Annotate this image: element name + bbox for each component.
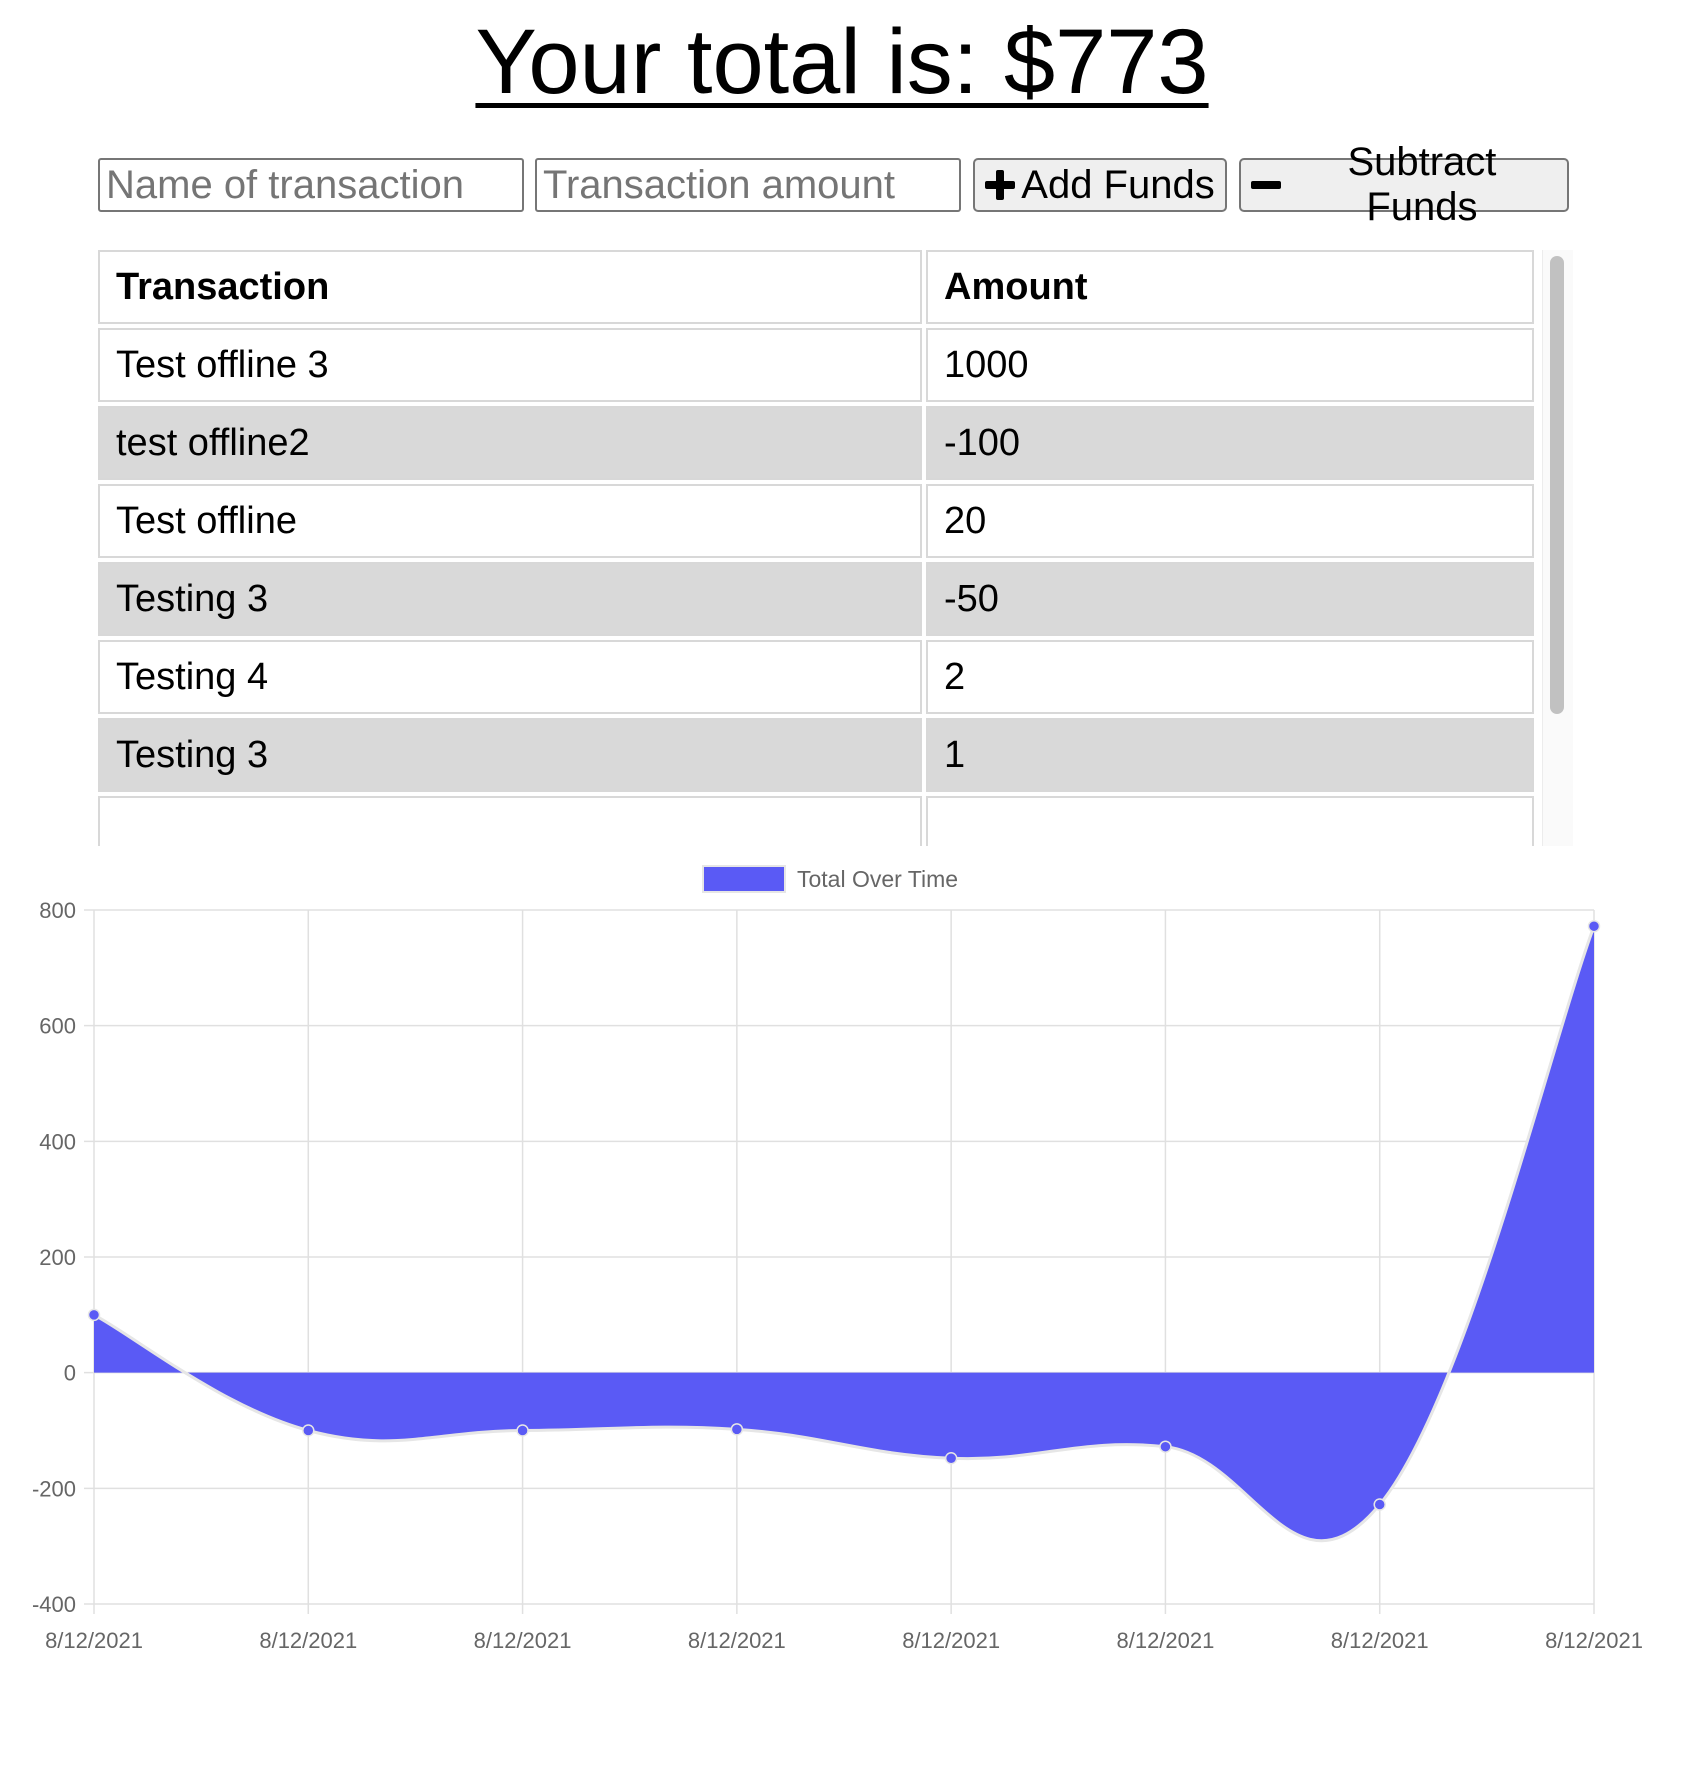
transaction-amount-cell: -50 bbox=[926, 562, 1534, 636]
data-point bbox=[516, 1424, 529, 1437]
data-point bbox=[87, 1308, 101, 1322]
legend-label: Total Over Time bbox=[797, 866, 958, 892]
data-point bbox=[1159, 1440, 1172, 1453]
data-point bbox=[730, 1423, 744, 1436]
chart-legend[interactable]: Total Over Time bbox=[702, 865, 958, 893]
data-point bbox=[1373, 1498, 1386, 1511]
minus-icon bbox=[1251, 170, 1281, 200]
transaction-name-cell: Testing 4 bbox=[98, 640, 922, 714]
subtract-funds-label: Subtract Funds bbox=[1347, 140, 1497, 229]
legend-swatch bbox=[702, 865, 786, 893]
transaction-name-cell: Test offline bbox=[98, 484, 922, 558]
y-tick-label: 0 bbox=[64, 1361, 76, 1386]
table-row: Testing 4 2 bbox=[98, 640, 1534, 714]
total-heading: Your total is: $773 bbox=[475, 11, 1209, 113]
x-tick-label: 8/12/2021 bbox=[259, 1628, 357, 1653]
transaction-amount-cell: 1000 bbox=[926, 328, 1534, 402]
subtract-funds-button[interactable]: Subtract Funds bbox=[1239, 140, 1569, 229]
transaction-table-container[interactable]: Transaction Amount Test offline 3 1000 t… bbox=[98, 250, 1570, 846]
data-point bbox=[302, 1424, 315, 1437]
plus-icon bbox=[985, 170, 1016, 200]
transaction-name-cell: test offline2 bbox=[98, 406, 922, 480]
column-header-transaction: Transaction bbox=[98, 250, 922, 324]
x-tick-label: 8/12/2021 bbox=[902, 1628, 1000, 1653]
table-scrollbar-thumb[interactable] bbox=[1550, 256, 1564, 714]
y-axis-ticks: 800 600 400 200 0 -200 -400 bbox=[32, 898, 76, 1617]
add-funds-label: Add Funds bbox=[1021, 162, 1215, 207]
table-row bbox=[98, 796, 1534, 846]
transaction-amount-cell: 1 bbox=[926, 718, 1534, 792]
x-tick-label: 8/12/2021 bbox=[1116, 1628, 1214, 1653]
y-tick-label: 200 bbox=[39, 1245, 76, 1270]
transaction-table: Transaction Amount Test offline 3 1000 t… bbox=[98, 250, 1538, 846]
budget-page: Your total is: $773 Add Funds Subtract F… bbox=[0, 0, 1684, 1776]
y-tick-label: 600 bbox=[39, 1014, 76, 1039]
y-tick-label: -200 bbox=[32, 1476, 76, 1501]
column-header-amount: Amount bbox=[926, 250, 1534, 324]
transaction-name-cell: Testing 3 bbox=[98, 718, 922, 792]
table-row: test offline2 -100 bbox=[98, 406, 1534, 480]
transaction-name-input[interactable] bbox=[98, 158, 524, 212]
y-tick-label: 800 bbox=[39, 898, 76, 923]
transaction-name-cell: Testing 3 bbox=[98, 562, 922, 636]
table-row: Testing 3 -50 bbox=[98, 562, 1534, 636]
total-over-time-chart: 8006004002000-200-400 8/12/2021 8/12/2021… bbox=[32, 865, 1643, 1653]
transaction-name-cell: Test offline 3 bbox=[98, 328, 922, 402]
x-tick-label: 8/12/2021 bbox=[688, 1628, 786, 1653]
x-axis-ticks: 8/12/2021 8/12/2021 8/12/2021 8/12/2021 8/12… bbox=[45, 1628, 1643, 1653]
transaction-amount-cell: 20 bbox=[926, 484, 1534, 558]
data-point bbox=[944, 1452, 958, 1465]
transaction-amount-cell: -100 bbox=[926, 406, 1534, 480]
add-funds-button[interactable]: Add Funds bbox=[973, 158, 1227, 212]
y-tick-label: 400 bbox=[39, 1129, 76, 1154]
x-tick-label: 8/12/2021 bbox=[474, 1628, 572, 1653]
transaction-amount-cell bbox=[926, 796, 1534, 846]
table-row: Test offline 20 bbox=[98, 484, 1534, 558]
series-area bbox=[94, 926, 1594, 1541]
y-tick-label: -400 bbox=[32, 1592, 76, 1617]
transaction-amount-input[interactable] bbox=[535, 158, 961, 212]
table-row: Testing 3 1 bbox=[98, 718, 1534, 792]
table-row: Test offline 3 1000 bbox=[98, 328, 1534, 402]
x-tick-label: 8/12/2021 bbox=[1545, 1628, 1643, 1653]
transaction-amount-cell: 2 bbox=[926, 640, 1534, 714]
transaction-name-cell bbox=[98, 796, 922, 846]
x-tick-label: 8/12/2021 bbox=[45, 1628, 143, 1653]
data-point bbox=[1587, 919, 1601, 933]
x-tick-label: 8/12/2021 bbox=[1331, 1628, 1429, 1653]
table-header-row: Transaction Amount bbox=[98, 250, 1534, 324]
